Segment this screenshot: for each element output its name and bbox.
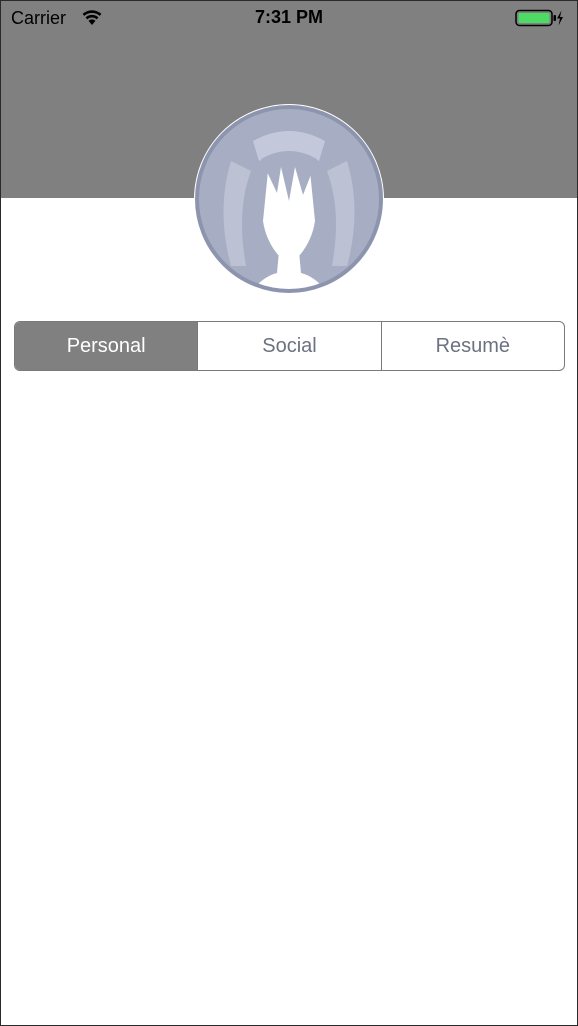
- tab-personal[interactable]: Personal: [15, 322, 198, 370]
- tab-social-label: Social: [262, 334, 317, 357]
- status-bar: Carrier 7:31 PM: [1, 1, 577, 35]
- charging-bolt-icon: [557, 10, 563, 26]
- status-time: 7:31 PM: [254, 7, 324, 27]
- app-screen: Carrier 7:31 PM Personal Social Resumè: [0, 0, 578, 1026]
- tab-resume-label: Resumè: [435, 334, 511, 357]
- tab-personal-label: Personal: [66, 334, 146, 357]
- tab-resume[interactable]: Resumè: [380, 322, 564, 370]
- battery-icon: [515, 9, 563, 27]
- profile-avatar-icon[interactable]: [191, 101, 387, 297]
- tab-social[interactable]: Social: [197, 322, 380, 370]
- profile-section-tabs: Personal Social Resumè: [14, 321, 565, 371]
